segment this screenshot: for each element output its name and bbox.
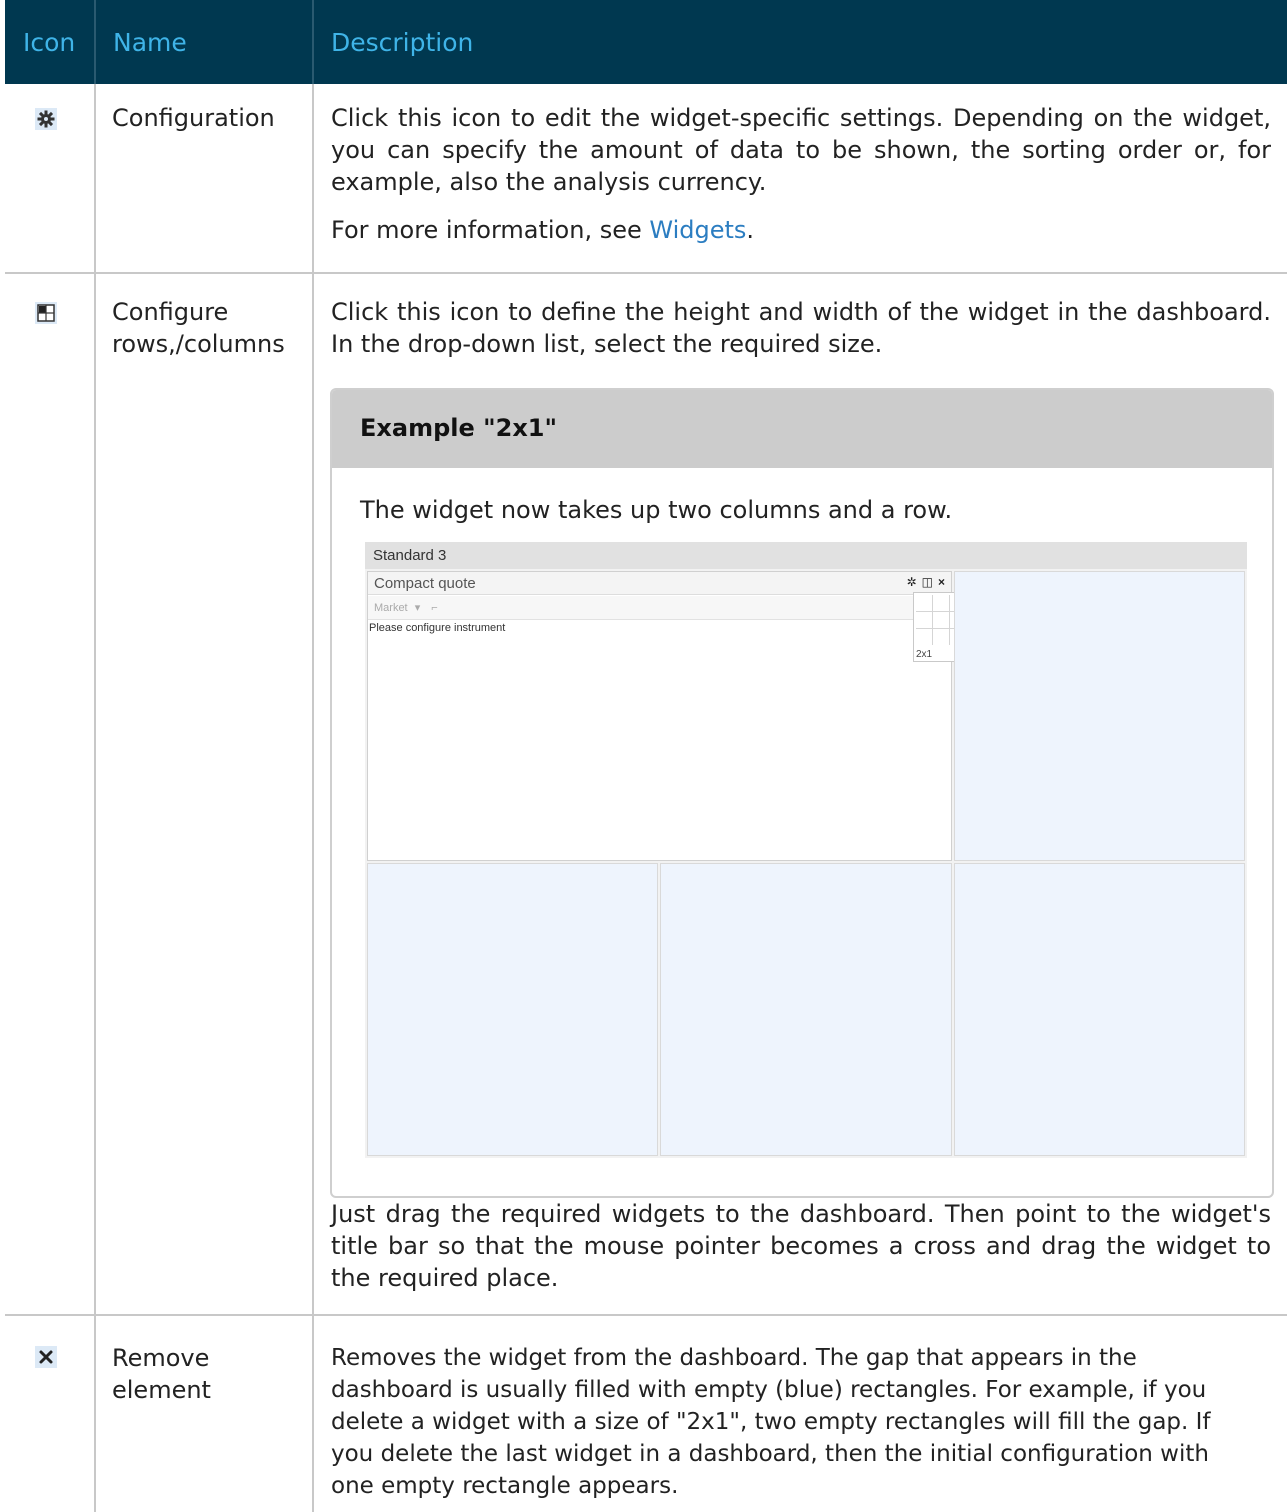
market-dropdown: Market: [374, 602, 408, 614]
header-divider: [312, 0, 314, 84]
description-line: one empty rectangle appears.: [331, 1473, 679, 1499]
description-line: dashboard is usually filled with empty (…: [331, 1377, 1207, 1403]
row-description: Click this icon to edit the widget-speci…: [331, 104, 1271, 196]
more-info-text: For more information, see: [331, 216, 650, 244]
gear-icon: ✲: [906, 575, 917, 589]
row-name-line1: Remove: [112, 1344, 210, 1372]
example-note-header: Example "2x1": [332, 390, 1272, 468]
chevron-down-icon: ▾: [414, 602, 421, 614]
row-description-more: Just drag the required widgets to the da…: [331, 1200, 1271, 1292]
row-divider: [5, 1314, 1287, 1316]
grid-size-icon: ◫: [921, 575, 933, 589]
arrow-icon: ⌐: [431, 602, 438, 614]
close-icon: [35, 1346, 57, 1368]
column-divider: [312, 84, 314, 1512]
empty-tile: [660, 863, 952, 1156]
example-note-text: The widget now takes up two columns and …: [360, 496, 953, 524]
more-info-suffix: .: [746, 216, 755, 244]
description-line: you delete the last widget in a dashboar…: [331, 1441, 1209, 1467]
compact-quote-widget: Compact quote ✲ ◫ × Market ▾ ⌐ Please co…: [367, 571, 952, 861]
close-icon: ×: [937, 575, 945, 589]
dashboard-title: Standard 3: [365, 542, 1247, 569]
row-description: Removes the widget from the dashboard. T…: [331, 1342, 1281, 1502]
icon-description-table: Icon Name Description Configuration Clic…: [5, 0, 1287, 1512]
dashboard-screenshot: Standard 3 Compact quote ✲ ◫ × Market ▾ …: [365, 542, 1247, 1158]
example-note-title: Example "2x1": [360, 414, 558, 442]
example-note: Example "2x1" The widget now takes up tw…: [330, 388, 1274, 1198]
description-line: delete a widget with a size of "2x1", tw…: [331, 1409, 1211, 1435]
widget-tools: ✲ ◫ ×: [907, 575, 945, 589]
description-line: Removes the widget from the dashboard. T…: [331, 1345, 1137, 1371]
header-icon: Icon: [23, 27, 76, 57]
empty-tile: [954, 571, 1245, 861]
header-divider: [94, 0, 96, 84]
row-name-line2: rows,/columns: [112, 330, 285, 358]
row-divider: [5, 272, 1287, 274]
empty-tile: [954, 863, 1245, 1156]
empty-tile: [367, 863, 658, 1156]
column-divider: [94, 84, 96, 1512]
grid-size-icon: [35, 302, 57, 324]
row-name-line1: Configure: [112, 298, 229, 326]
header-name: Name: [113, 27, 187, 57]
table-header: Icon Name Description: [5, 0, 1287, 84]
row-description-more: For more information, see Widgets.: [331, 214, 754, 246]
size-picker-label: 2x1: [916, 649, 933, 660]
widget-title: Compact quote: [368, 572, 951, 595]
row-name-line2: element: [112, 1376, 211, 1404]
row-name: Configuration: [112, 104, 275, 132]
widget-message: Please configure instrument: [369, 622, 506, 634]
widget-toolbar: Market ▾ ⌐: [368, 596, 951, 620]
header-description: Description: [331, 27, 474, 57]
widgets-link[interactable]: Widgets: [649, 216, 746, 244]
gear-icon: [35, 108, 57, 130]
row-description: Click this icon to define the height and…: [331, 298, 1271, 358]
